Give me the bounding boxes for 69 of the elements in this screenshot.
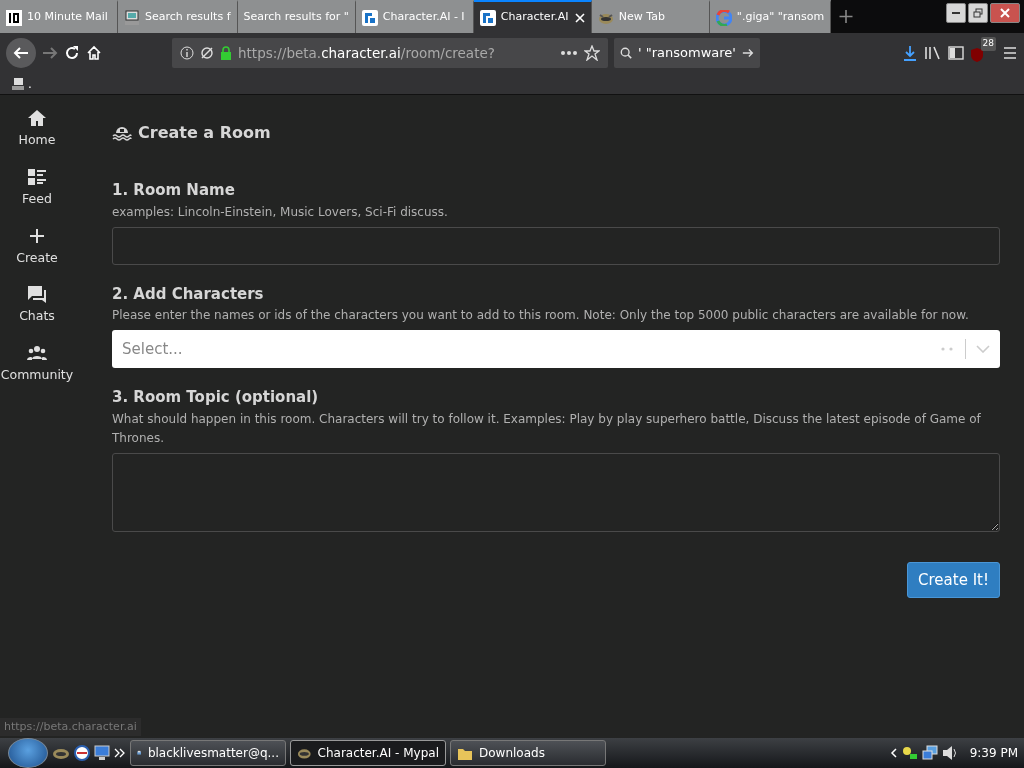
star-icon[interactable] — [584, 45, 600, 61]
status-link-text: https://beta.character.ai — [0, 717, 141, 736]
forward-arrow-icon[interactable] — [42, 45, 58, 61]
hint-text: What should happen in this room. Characters will try to follow it. Examples: Play by play superhero battle, Discuss the latest episode of Game of Thrones. — [112, 410, 982, 447]
feed-icon — [27, 166, 47, 187]
close-window-button[interactable] — [990, 3, 1020, 23]
search-icon — [620, 46, 633, 60]
clock-text: 9:39 PM — [969, 745, 1018, 762]
taskbar-button[interactable]: Downloads — [450, 740, 606, 766]
back-arrow-icon — [13, 45, 29, 61]
site-logo-icon — [479, 9, 496, 26]
lock-icon — [220, 46, 232, 60]
sidebar-item[interactable]: Feed — [22, 166, 52, 209]
browser-tab[interactable]: Character.AI — [473, 0, 592, 33]
create-button[interactable]: Create It! — [907, 561, 1000, 598]
google-icon — [715, 9, 732, 26]
computer-icon — [124, 9, 140, 26]
reload-icon[interactable] — [64, 45, 80, 61]
restore-icon — [973, 8, 983, 18]
section-heading: 1. Room Name — [112, 180, 236, 201]
back-button[interactable] — [6, 38, 36, 68]
close-icon[interactable] — [574, 12, 585, 23]
close-icon — [1000, 8, 1010, 18]
hint-text: examples: Lincoln-Einstein, Music Lovers, Sci-Fi discuss. — [112, 203, 449, 221]
chevron-down-icon — [976, 345, 990, 353]
home-icon — [27, 108, 47, 128]
sidebar-item[interactable]: Create — [16, 225, 58, 268]
sidebar-item[interactable]: Community — [0, 343, 74, 385]
input-field[interactable] — [112, 226, 1000, 265]
url-text: https://beta.character.ai/room/create? — [238, 43, 496, 63]
select-field[interactable]: Select... — [112, 330, 1000, 368]
section-heading: 2. Add Characters — [112, 283, 265, 305]
restore-button[interactable] — [968, 3, 988, 23]
globe-icon[interactable] — [74, 745, 90, 761]
network-icon[interactable] — [921, 745, 938, 761]
chevron-left-icon[interactable] — [889, 748, 898, 758]
download-icon[interactable] — [902, 45, 918, 61]
section-heading: 3. Room Topic (optional) — [112, 387, 320, 408]
menu-icon[interactable] — [1002, 45, 1018, 61]
minimize-icon — [952, 12, 960, 14]
blocked-media-icon — [200, 46, 214, 60]
ten-logo-icon — [6, 9, 22, 26]
monitor-icon[interactable] — [94, 745, 110, 761]
info-icon — [180, 46, 194, 60]
search-field[interactable]: ' "ransomware' — [614, 38, 760, 68]
page-title: Create a Room — [138, 122, 271, 144]
chevron-right-icon[interactable] — [114, 748, 126, 758]
taskbar-button[interactable]: blacklivesmatter@q... — [130, 740, 286, 766]
volume-icon[interactable] — [941, 745, 958, 761]
room-icon — [112, 125, 132, 141]
tray-plug-icon[interactable] — [901, 746, 918, 760]
more-icon[interactable] — [560, 50, 578, 56]
chats-icon — [27, 284, 47, 305]
people-icon — [27, 343, 47, 363]
bookmark-item[interactable]: . — [12, 74, 32, 93]
count-badge: 28 — [980, 37, 996, 51]
taskbar-button[interactable]: Character.AI - Mypal — [290, 740, 446, 766]
minimize-button[interactable] — [946, 3, 966, 23]
sidebar-item[interactable]: Chats — [19, 284, 55, 326]
computer-icon — [12, 77, 24, 90]
library-icon[interactable] — [924, 45, 942, 61]
start-button[interactable] — [8, 738, 48, 768]
sidebar-item[interactable]: Home — [18, 108, 56, 150]
site-logo-icon — [361, 9, 378, 26]
home-icon[interactable] — [86, 45, 102, 61]
hint-text: Please enter the names or ids of the characters you want to add to this room. Note: Only the top 5000 public characters are available for now. — [112, 307, 970, 324]
address-bar[interactable]: https://beta.character.ai/room/create? — [172, 38, 608, 68]
go-arrow-icon[interactable] — [741, 46, 754, 60]
sidebar-icon[interactable] — [948, 45, 964, 61]
